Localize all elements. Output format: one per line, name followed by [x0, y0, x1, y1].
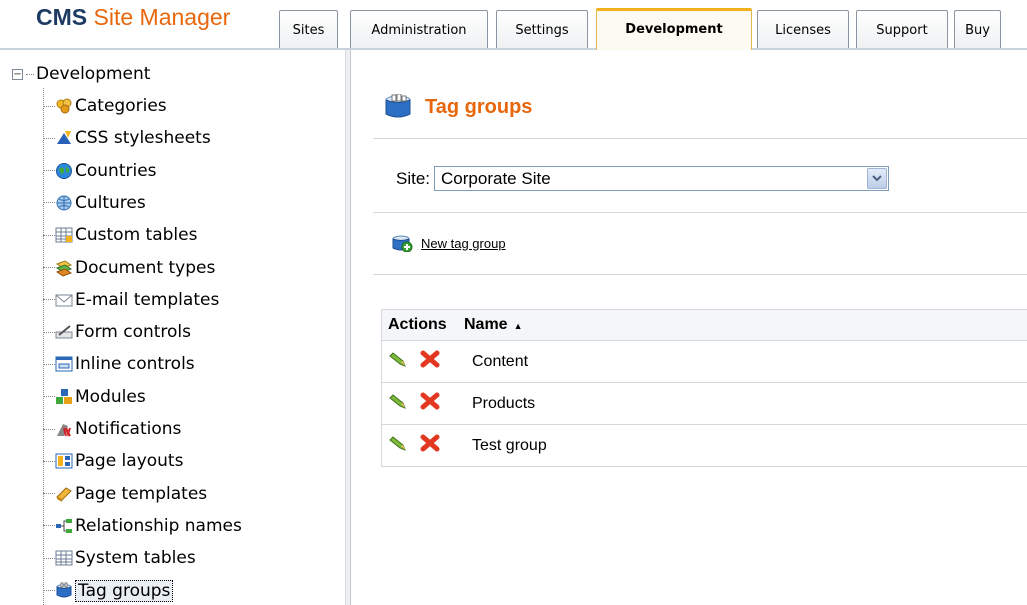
tree-item-label: CSS stylesheets: [75, 128, 211, 149]
site-selector-row: Site: Corporate Site: [396, 166, 890, 191]
tree-item-label: Document types: [75, 257, 216, 278]
tree-item-categories[interactable]: Categories: [43, 94, 167, 118]
site-select-value: Corporate Site: [441, 169, 551, 188]
form-controls-icon: [55, 323, 73, 341]
tree-item-label: Tag groups: [75, 579, 174, 602]
tree-item-label: Categories: [75, 96, 167, 116]
site-select[interactable]: Corporate Site: [434, 166, 890, 191]
tab-buy[interactable]: Buy: [954, 10, 1001, 49]
tree-item-system-tables[interactable]: System tables: [43, 546, 196, 570]
tree-item-label: E-mail templates: [75, 289, 220, 310]
tree-item-form-controls[interactable]: Form controls: [43, 320, 191, 344]
divider: [373, 138, 1027, 139]
site-label: Site:: [396, 168, 431, 188]
new-tag-group-icon: [392, 235, 413, 252]
delete-icon[interactable]: [420, 392, 440, 415]
tree-root-development[interactable]: − Development: [12, 64, 150, 84]
column-actions: Actions: [388, 316, 447, 333]
tree-item-label: Page layouts: [75, 451, 184, 472]
edit-icon[interactable]: [388, 350, 410, 373]
tree-item-label: Form controls: [75, 322, 192, 343]
column-name[interactable]: Name ▲: [464, 316, 523, 334]
tree-item-label: Notifications: [75, 419, 182, 439]
system-tables-icon: [55, 549, 73, 567]
delete-icon[interactable]: [420, 434, 440, 457]
tree-item-inline-controls[interactable]: Inline controls: [43, 352, 195, 376]
tree-item-countries[interactable]: Countries: [43, 159, 157, 183]
grid-header: Actions Name ▲: [381, 309, 1027, 341]
tab-support[interactable]: Support: [856, 10, 948, 49]
globe-icon: [55, 162, 73, 180]
row-name: Content: [472, 352, 529, 370]
document-types-icon: [55, 259, 73, 277]
divider: [373, 212, 1027, 213]
row-actions: [382, 392, 472, 415]
tree-item-page-layouts[interactable]: Page layouts: [43, 449, 183, 473]
tree-item-label: Modules: [75, 386, 146, 407]
delete-icon[interactable]: [420, 350, 440, 373]
tree-item-label: Relationship names: [75, 515, 242, 536]
inline-controls-icon: [55, 355, 73, 373]
cultures-icon: [55, 194, 73, 212]
notifications-icon: [55, 420, 73, 438]
chevron-down-icon[interactable]: [867, 168, 888, 189]
page-layouts-icon: [55, 452, 73, 470]
tree-item-e-mail-templates[interactable]: E-mail templates: [43, 288, 219, 312]
collapse-icon[interactable]: −: [12, 68, 23, 80]
header: CMS Site Manager Sites Administration Se…: [0, 0, 1027, 50]
page-templates-icon: [55, 485, 73, 503]
page-title-text: Tag groups: [425, 95, 533, 118]
tree-root-label: Development: [36, 64, 151, 84]
row-name: Test group: [472, 436, 547, 454]
tree-item-label: Cultures: [75, 192, 146, 213]
edit-icon[interactable]: [388, 434, 410, 457]
new-tag-group-label: New tag group: [421, 235, 506, 251]
tree-item-modules[interactable]: Modules: [43, 385, 146, 409]
brand-secondary: Site Manager: [93, 4, 231, 30]
tree-item-label: Page templates: [75, 483, 208, 504]
tag-groups-grid: Actions Name ▲ Content Products Test group: [381, 309, 1027, 467]
tree-item-custom-tables[interactable]: Custom tables: [43, 223, 197, 247]
tab-licenses[interactable]: Licenses: [757, 10, 849, 49]
brand-primary: CMS: [36, 4, 88, 30]
app-logo: CMS Site Manager: [36, 4, 230, 31]
tree-item-notifications[interactable]: Notifications: [43, 417, 181, 441]
categories-icon: [55, 97, 73, 115]
tree-item-document-types[interactable]: Document types: [43, 256, 215, 280]
new-tag-group-link[interactable]: New tag group: [391, 234, 506, 252]
tree-item-tag-groups[interactable]: Tag groups: [43, 579, 174, 603]
tree-item-label: Countries: [75, 160, 157, 181]
page-title: Tag groups: [383, 94, 532, 120]
row-actions: [382, 350, 472, 373]
tree-item-css-stylesheets[interactable]: CSS stylesheets: [43, 126, 211, 150]
tab-sites[interactable]: Sites: [279, 10, 338, 49]
edit-icon[interactable]: [388, 392, 410, 415]
tree-item-page-templates[interactable]: Page templates: [43, 482, 207, 506]
tree-item-label: System tables: [75, 548, 196, 569]
tree-item-cultures[interactable]: Cultures: [43, 191, 146, 215]
email-icon: [55, 291, 73, 309]
sort-ascending-icon: ▲: [513, 321, 523, 331]
modules-icon: [55, 388, 73, 406]
divider: [373, 274, 1027, 275]
css-icon: [55, 129, 73, 147]
tag-groups-icon: [385, 94, 411, 118]
tab-development[interactable]: Development: [596, 8, 752, 50]
table-row: Products: [381, 383, 1027, 425]
table-icon: [55, 226, 73, 244]
tree-item-label: Inline controls: [75, 354, 195, 375]
relationship-icon: [55, 517, 73, 535]
row-name: Products: [472, 394, 536, 412]
table-row: Test group: [381, 425, 1027, 467]
tag-groups-icon: [55, 582, 73, 600]
row-actions: [382, 434, 472, 457]
tab-administration[interactable]: Administration: [350, 10, 488, 49]
table-row: Content: [381, 341, 1027, 383]
pane-splitter[interactable]: [345, 50, 351, 605]
tree-item-label: Custom tables: [75, 225, 198, 246]
tab-settings[interactable]: Settings: [496, 10, 588, 49]
tree-item-relationship-names[interactable]: Relationship names: [43, 514, 242, 538]
